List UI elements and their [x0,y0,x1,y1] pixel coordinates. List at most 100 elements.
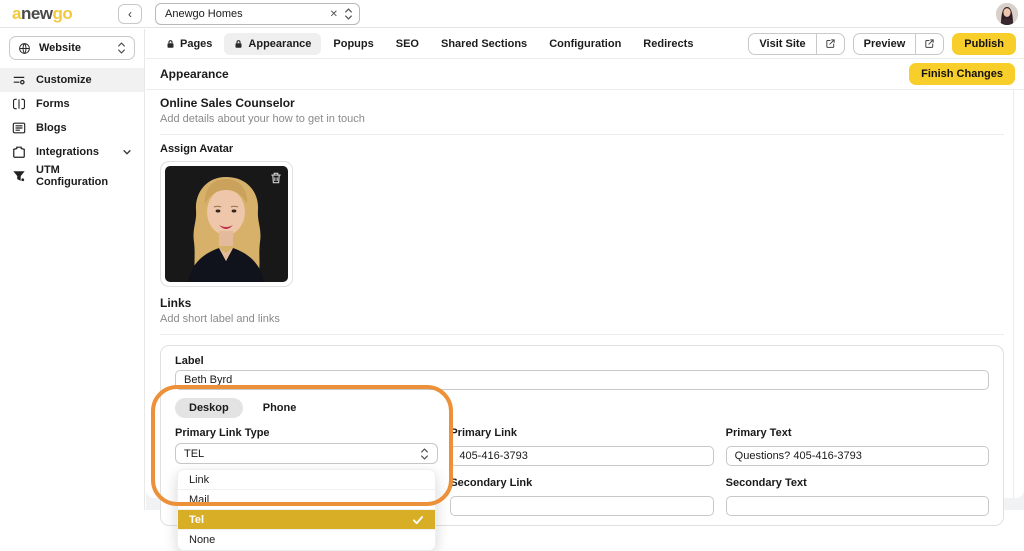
appearance-panel: Online Sales Counselor Add details about… [146,90,1024,551]
delete-avatar-button[interactable] [269,171,283,185]
sidebar-item-label: UTM Configuration [36,164,109,188]
user-avatar[interactable] [996,3,1018,25]
tab-label: Configuration [549,37,622,50]
preview-button[interactable]: Preview [852,32,945,55]
sidebar: Website Customize Forms Blogs Integratio… [0,29,145,510]
finish-changes-button[interactable]: Finish Changes [909,63,1015,85]
tab-configuration[interactable]: Configuration [539,33,631,55]
tab-label: Shared Sections [440,37,528,50]
sidebar-item-label: Blogs [36,122,67,134]
customize-icon [13,76,25,85]
tab-redirects[interactable]: Redirects [633,33,703,55]
preview-link-segment[interactable] [915,33,943,54]
check-icon [413,515,424,524]
top-bar: anewgo ‹ Anewgo Homes ✕ [0,0,1024,28]
site-selector-value: Anewgo Homes [165,8,243,20]
link-type-dropdown-menu: Link Mail Tel None [177,469,437,551]
label-input[interactable] [175,370,989,390]
secondary-link-field: Secondary Link [450,477,714,516]
scroll-area: Online Sales Counselor Add details about… [146,90,1024,551]
site-selector[interactable]: Anewgo Homes ✕ [155,3,360,25]
main-content: Pages Appearance Popups SEO Shared Secti… [146,29,1024,551]
publish-button[interactable]: Publish [952,32,1016,55]
tab-seo[interactable]: SEO [386,33,429,55]
website-selector[interactable]: Website [9,36,135,60]
chevron-updown-icon [345,8,352,20]
osc-section-subtitle: Add details about your how to get in tou… [160,113,365,125]
option-tel-label: Tel [189,513,205,526]
site-tab-bar: Pages Appearance Popups SEO Shared Secti… [146,29,1024,59]
anewgo-logo: anewgo [12,3,73,23]
links-card: Label Deskop Phone Primary Link Type TEL [160,345,1004,551]
preview-label: Preview [863,37,906,50]
external-link-icon [826,39,835,48]
form-input-icon [13,98,25,110]
sidebar-item-customize[interactable]: Customize [0,68,144,92]
chevron-updown-icon [421,447,429,460]
sidebar-item-label: Integrations [36,146,99,158]
sidebar-item-label: Customize [36,74,92,86]
tab-label: SEO [395,37,419,50]
logo-text: a [12,3,21,23]
option-tel[interactable]: Tel [178,510,436,530]
primary-link-label: Primary Link [450,427,517,439]
page-header: Appearance Finish Changes [146,59,1024,90]
visit-site-label: Visit Site [759,37,806,50]
tab-actions: Visit Site Preview Publish [748,32,1016,55]
primary-text-label: Primary Text [725,427,792,439]
user-avatar-image [996,3,1018,25]
tab-label: Pages [180,37,213,50]
divider [160,334,1004,335]
trash-icon [271,172,281,184]
primary-link-type-select[interactable]: TEL [175,443,439,464]
tab-shared-sections[interactable]: Shared Sections [431,33,537,55]
visit-site-button[interactable]: Visit Site [748,32,845,55]
globe-icon [19,42,30,54]
sidebar-item-forms[interactable]: Forms [0,92,144,116]
lock-icon [167,39,174,48]
sidebar-nav: Customize Forms Blogs Integrations UTM C… [0,68,144,188]
sidebar-item-blogs[interactable]: Blogs [0,116,144,140]
primary-link-input[interactable] [450,446,714,466]
integrations-icon [13,146,25,158]
chevron-updown-icon [118,42,125,54]
option-none[interactable]: None [178,530,435,550]
device-tabs: Deskop Phone [175,398,989,418]
osc-section-title: Online Sales Counselor [160,96,295,110]
website-selector-label: Website [39,42,81,54]
external-link-icon [925,39,934,48]
back-button[interactable]: ‹ [118,4,142,24]
links-section-title: Links [160,296,192,310]
clear-icon[interactable]: ✕ [330,9,338,20]
primary-link-type-field: Primary Link Type TEL Link Mail Tel None [175,427,439,551]
primary-text-field: Primary Text [725,427,989,466]
sidebar-item-label: Forms [36,98,70,110]
tab-popups[interactable]: Popups [323,33,383,55]
primary-link-type-label: Primary Link Type [175,427,270,439]
tab-phone[interactable]: Phone [249,398,311,418]
primary-link-type-value: TEL [184,447,205,460]
sidebar-item-utm-configuration[interactable]: UTM Configuration [0,164,144,188]
secondary-text-input[interactable] [725,496,989,516]
counselor-photo [165,166,288,282]
option-link[interactable]: Link [178,470,436,490]
page-title: Appearance [160,67,229,81]
tab-pages[interactable]: Pages [156,33,222,55]
primary-text-input[interactable] [725,446,989,466]
option-mail[interactable]: Mail [178,490,436,510]
label-field-label: Label [175,355,204,367]
tab-desktop[interactable]: Deskop [175,398,243,418]
funnel-icon [13,171,25,182]
primary-link-field: Primary Link [450,427,714,466]
secondary-link-label: Secondary Link [450,477,533,489]
article-icon [12,122,26,134]
sidebar-item-integrations[interactable]: Integrations [0,140,144,164]
links-section-subtitle: Add short label and links [160,313,280,325]
divider [160,134,1004,135]
chevron-down-icon [123,150,131,155]
secondary-link-input[interactable] [450,496,714,516]
visit-site-link-segment[interactable] [815,33,844,54]
tab-appearance[interactable]: Appearance [224,32,322,55]
link-fields-grid: Primary Link Type TEL Link Mail Tel None… [175,427,989,551]
tabs: Pages Appearance Popups SEO Shared Secti… [156,32,703,55]
